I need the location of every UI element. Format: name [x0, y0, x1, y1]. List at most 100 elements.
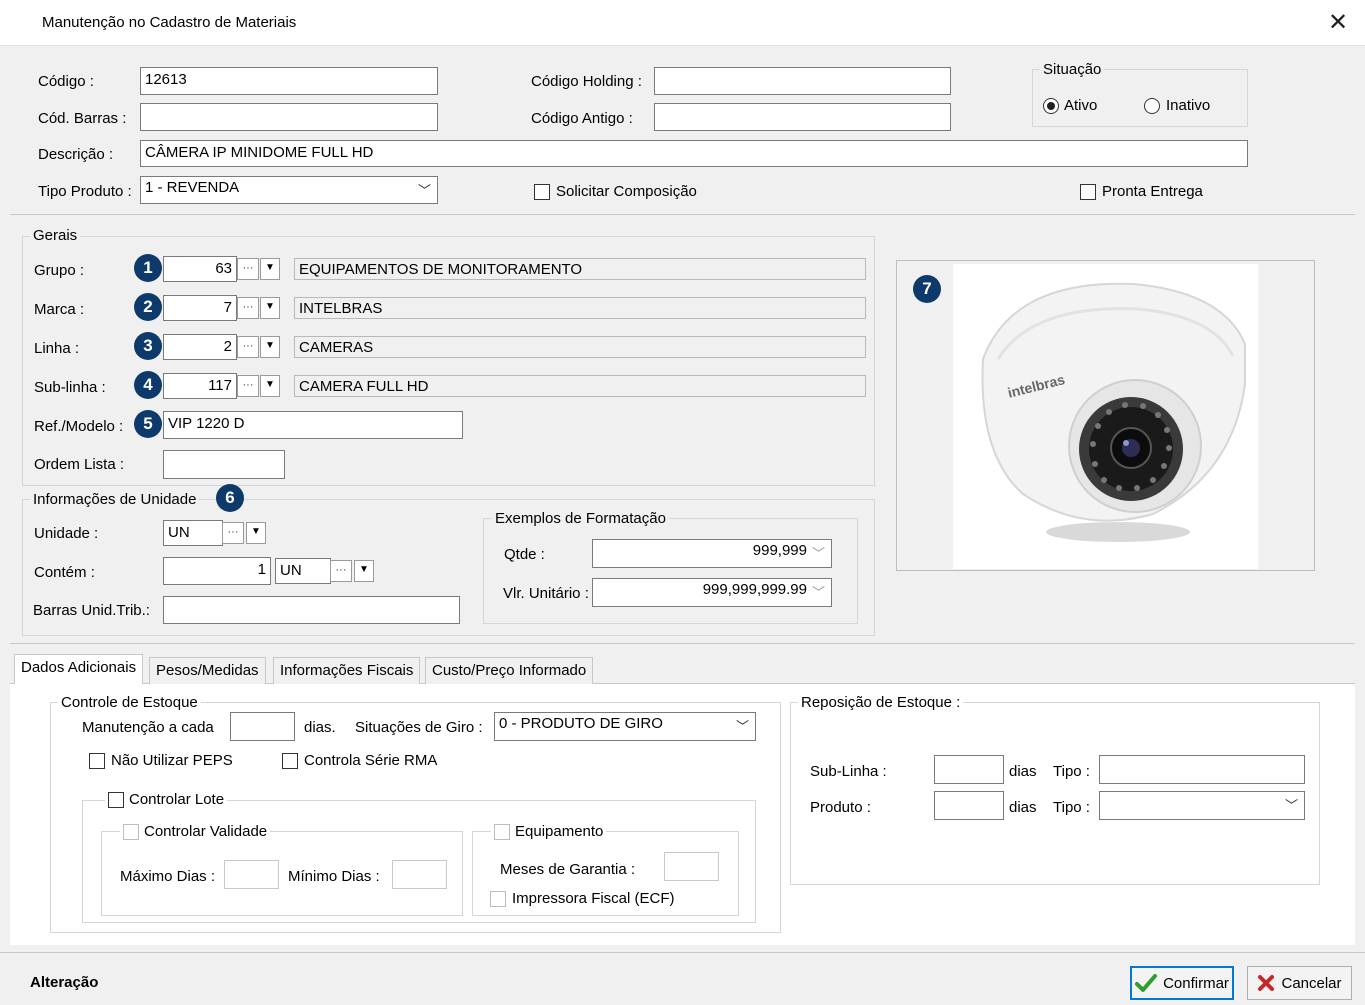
cancelar-button[interactable]: Cancelar: [1247, 966, 1352, 1000]
unidade-label: Unidade :: [34, 525, 99, 542]
reposicao-produto-tipo-label: Tipo :: [1053, 799, 1090, 816]
chevron-down-icon: ﹀: [1284, 798, 1298, 813]
confirmar-label: Confirmar: [1163, 974, 1229, 992]
solicitar-composicao-checkbox[interactable]: [534, 184, 550, 200]
vlr-unitario-label: Vlr. Unitário :: [503, 585, 589, 602]
confirmar-button[interactable]: Confirmar: [1130, 966, 1234, 1000]
maximo-dias-label: Máximo Dias :: [120, 868, 216, 885]
reposicao-produto-tipo-select[interactable]: ﹀: [1099, 791, 1305, 820]
meses-garantia-label: Meses de Garantia :: [500, 861, 636, 878]
tabs-separator: [10, 643, 1355, 644]
cod-barras-input[interactable]: [140, 103, 438, 131]
linha-lookup-button[interactable]: ···: [237, 336, 259, 358]
solicitar-composicao-label: Solicitar Composição: [556, 183, 697, 200]
reposicao-sublinha-dias-input[interactable]: [934, 755, 1004, 784]
codigo-antigo-label: Código Antigo :: [531, 110, 633, 127]
product-image-panel[interactable]: intelbras 7: [896, 260, 1315, 571]
check-icon: [1135, 974, 1158, 992]
manutencao-dias-input[interactable]: [230, 712, 295, 741]
grupo-lookup-button[interactable]: ···: [237, 258, 259, 280]
sublinha-code-input[interactable]: 117: [163, 373, 237, 399]
dome-camera-image: [981, 282, 1246, 542]
reposicao-produto-dias-input[interactable]: [934, 791, 1004, 820]
grupo-code-input[interactable]: 63: [163, 256, 237, 282]
unidade-input[interactable]: UN: [163, 520, 223, 546]
ativo-radio[interactable]: [1043, 98, 1059, 114]
close-icon[interactable]: ✕: [1322, 8, 1354, 38]
sublinha-dropdown-button[interactable]: ▼: [260, 375, 280, 397]
linha-code-input[interactable]: 2: [163, 334, 237, 360]
reposicao-sublinha-tipo-label: Tipo :: [1053, 763, 1090, 780]
meses-garantia-input[interactable]: [664, 852, 719, 881]
descricao-input[interactable]: CÂMERA IP MINIDOME FULL HD: [140, 140, 1248, 167]
badge-3: 3: [134, 332, 162, 360]
pronta-entrega-label: Pronta Entrega: [1102, 183, 1203, 200]
marca-lookup-button[interactable]: ···: [237, 297, 259, 319]
badge-7: 7: [913, 275, 941, 303]
controlar-validade-checkbox[interactable]: [123, 824, 139, 840]
tab-pesos-medidas[interactable]: Pesos/Medidas: [149, 657, 266, 684]
tipo-produto-select[interactable]: 1 - REVENDA ﹀: [140, 176, 438, 204]
ref-modelo-input[interactable]: VIP 1220 D: [163, 411, 463, 439]
vlr-unitario-format-value: 999,999,999.99: [702, 581, 807, 598]
codigo-input[interactable]: 12613: [140, 67, 438, 95]
pronta-entrega-checkbox[interactable]: [1080, 184, 1096, 200]
inativo-radio[interactable]: [1144, 98, 1160, 114]
contem-lookup-button[interactable]: ···: [330, 560, 352, 582]
contem-unit-input[interactable]: UN: [275, 558, 331, 584]
nao-utilizar-peps-checkbox[interactable]: [89, 753, 105, 769]
tab-custo-preco-informado[interactable]: Custo/Preço Informado: [425, 657, 594, 684]
header-separator: [10, 214, 1355, 215]
ordem-lista-input[interactable]: [163, 450, 285, 479]
controlar-lote-checkbox[interactable]: [108, 792, 124, 808]
marca-description: INTELBRAS: [294, 297, 866, 319]
codigo-antigo-input[interactable]: [654, 103, 951, 131]
reposicao-sublinha-tipo-input[interactable]: [1099, 755, 1305, 784]
reposicao-produto-label: Produto :: [810, 799, 871, 816]
unidade-lookup-button[interactable]: ···: [222, 522, 244, 544]
qtde-format-value: 999,999: [752, 542, 807, 559]
linha-dropdown-button[interactable]: ▼: [260, 336, 280, 358]
controlar-validade-legend: Controlar Validade: [120, 823, 271, 840]
controle-estoque-legend: Controle de Estoque: [58, 694, 201, 711]
barras-unid-trib-input[interactable]: [163, 596, 460, 624]
tab-dados-adicionais[interactable]: Dados Adicionais: [14, 654, 144, 684]
qtde-label: Qtde :: [504, 546, 545, 563]
contem-dropdown-button[interactable]: ▼: [354, 560, 374, 582]
grupo-label: Grupo :: [34, 262, 85, 279]
situacao-legend: Situação: [1040, 61, 1105, 78]
minimo-dias-input[interactable]: [392, 860, 447, 889]
exemplos-formatacao-legend: Exemplos de Formatação: [492, 510, 669, 527]
vlr-unitario-format-select[interactable]: 999,999,999.99 ﹀: [592, 578, 832, 607]
situacoes-giro-value: 0 - PRODUTO DE GIRO: [499, 715, 663, 732]
reposicao-sublinha-dias-label: dias: [1009, 763, 1037, 780]
ref-modelo-label: Ref./Modelo :: [34, 418, 124, 435]
tab-informacoes-fiscais[interactable]: Informações Fiscais: [273, 657, 421, 684]
impressora-fiscal-checkbox[interactable]: [490, 891, 506, 907]
linha-description: CAMERAS: [294, 336, 866, 358]
grupo-dropdown-button[interactable]: ▼: [260, 258, 280, 280]
contem-quantity-input[interactable]: 1: [163, 557, 271, 585]
product-image: intelbras: [953, 264, 1258, 569]
ativo-label: Ativo: [1064, 97, 1098, 114]
impressora-fiscal-label: Impressora Fiscal (ECF): [512, 890, 675, 907]
controla-serie-rma-checkbox[interactable]: [282, 753, 298, 769]
gerais-legend: Gerais: [30, 227, 81, 244]
qtde-format-select[interactable]: 999,999 ﹀: [592, 539, 832, 568]
dias-label: dias.: [304, 719, 336, 736]
situacoes-giro-select[interactable]: 0 - PRODUTO DE GIRO ﹀: [494, 712, 756, 741]
sublinha-lookup-button[interactable]: ···: [237, 375, 259, 397]
chevron-down-icon: ﹀: [417, 183, 431, 198]
maximo-dias-input[interactable]: [224, 860, 279, 889]
footer-bar: Alteração Confirmar Cancelar: [0, 952, 1365, 1005]
contem-label: Contém :: [34, 564, 95, 581]
cod-barras-label: Cód. Barras :: [38, 110, 127, 127]
unidade-dropdown-button[interactable]: ▼: [246, 522, 266, 544]
badge-6: 6: [216, 484, 244, 512]
equipamento-checkbox[interactable]: [494, 824, 510, 840]
marca-dropdown-button[interactable]: ▼: [260, 297, 280, 319]
codigo-holding-input[interactable]: [654, 67, 951, 95]
badge-2: 2: [134, 293, 162, 321]
marca-code-input[interactable]: 7: [163, 295, 237, 321]
cancel-x-icon: [1258, 975, 1275, 991]
